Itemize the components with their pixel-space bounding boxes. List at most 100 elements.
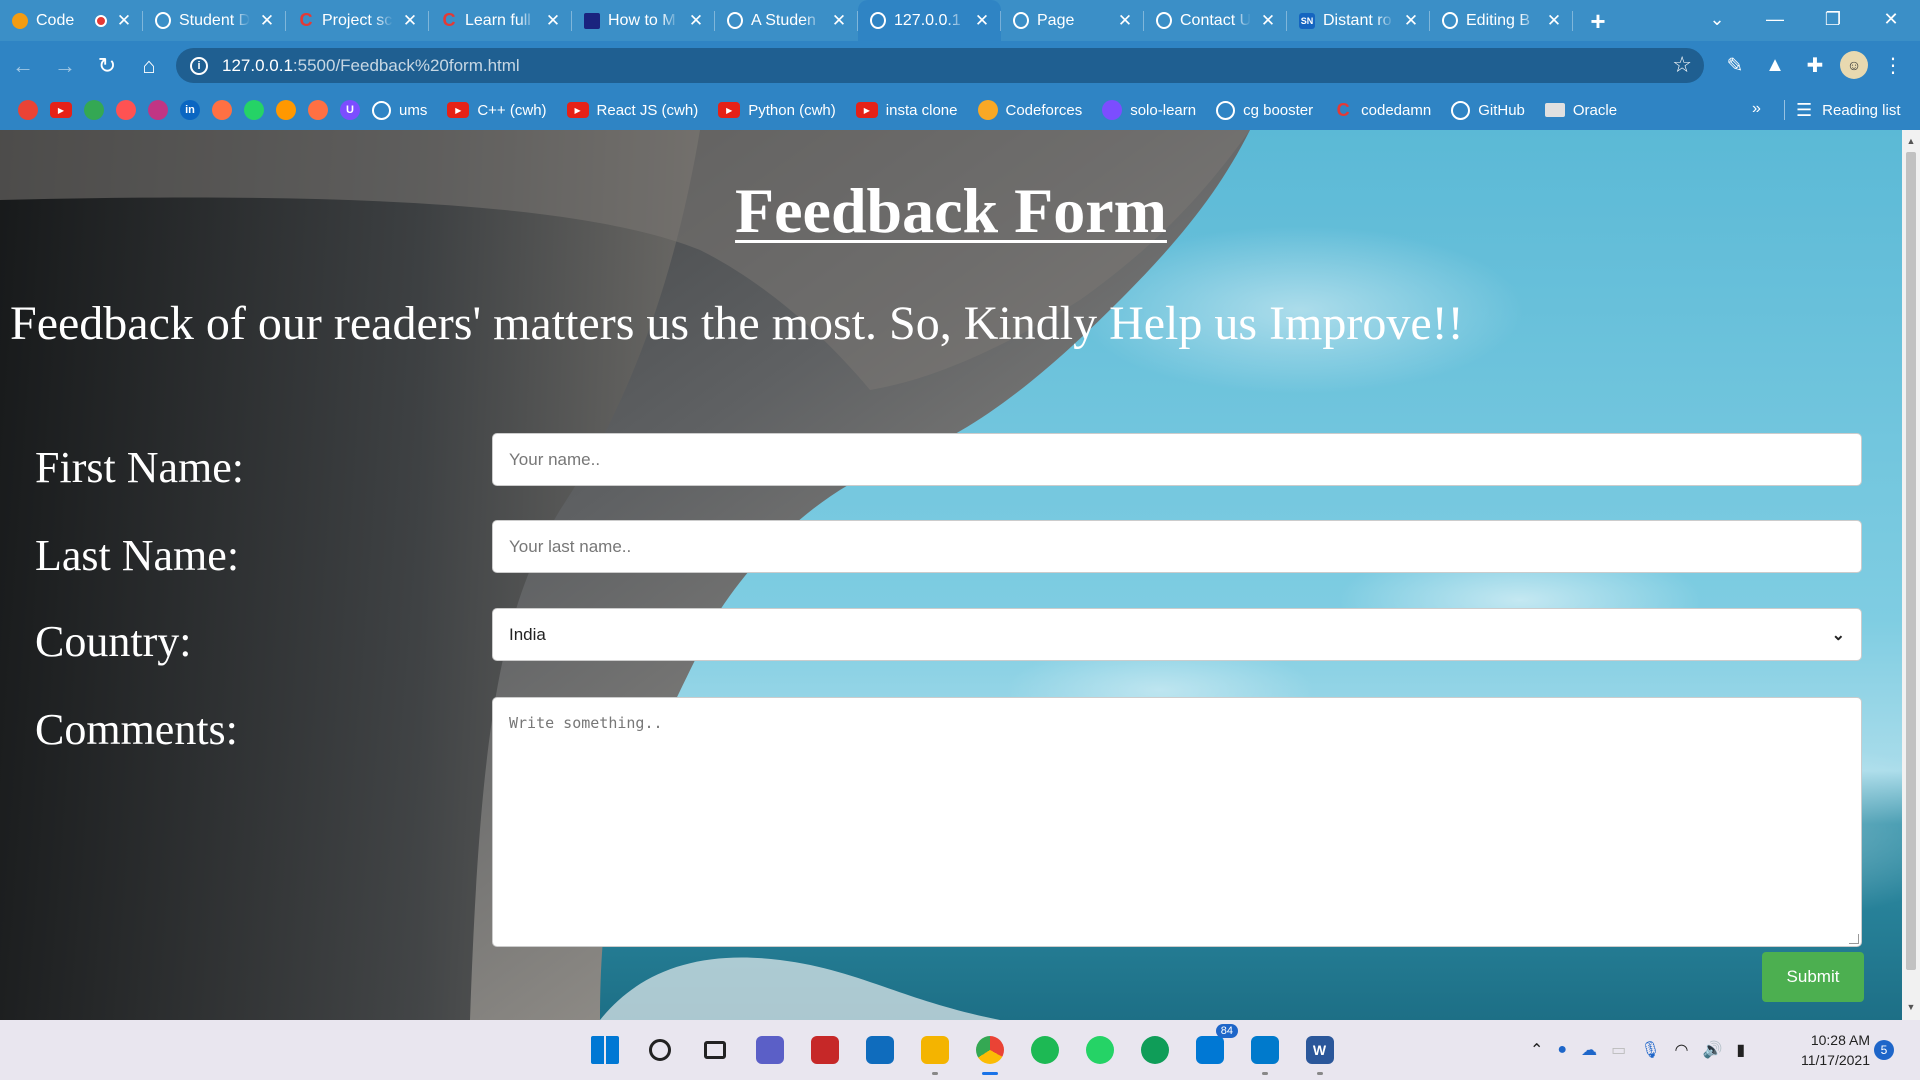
browser-tab[interactable]: Contact U ✕ <box>1144 0 1287 41</box>
browser-tab[interactable]: 127.0.0.1 ✕ <box>858 0 1001 41</box>
reading-list-button[interactable]: ☰ Reading list <box>1784 90 1901 130</box>
onedrive-icon[interactable]: ☁ <box>1581 1040 1597 1060</box>
comments-textarea[interactable]: Write something.. <box>492 697 1862 947</box>
pen-extension-icon[interactable]: ✎ <box>1720 47 1750 83</box>
bookmark-item[interactable]: ▶ <box>50 102 72 118</box>
taskbar-app[interactable] <box>1134 1030 1175 1071</box>
tab-close-icon[interactable]: ✕ <box>115 11 133 30</box>
notification-badge[interactable]: 5 <box>1874 1040 1894 1060</box>
menu-kebab-icon[interactable]: ⋮ <box>1878 47 1908 83</box>
browser-tab[interactable]: How to M ✕ <box>572 0 715 41</box>
bookmark-item[interactable]: GitHub <box>1451 100 1525 120</box>
country-select[interactable]: India ⌄ <box>492 608 1862 661</box>
tab-close-icon[interactable]: ✕ <box>1545 11 1563 30</box>
tab-search-icon[interactable]: ⌄ <box>1688 0 1746 38</box>
bookmark-item[interactable] <box>116 100 136 120</box>
scroll-up-icon[interactable]: ▲ <box>1906 136 1916 146</box>
bookmark-item[interactable]: in <box>180 100 200 120</box>
taskbar-app[interactable] <box>1079 1030 1120 1071</box>
bookmark-item[interactable] <box>308 100 328 120</box>
puzzle-extensions-icon[interactable]: ✚ <box>1800 47 1830 83</box>
tab-close-icon[interactable]: ✕ <box>1116 11 1134 30</box>
bookmark-item[interactable]: Oracle <box>1544 102 1617 119</box>
scroll-down-icon[interactable]: ▼ <box>1906 1002 1916 1012</box>
profile-avatar[interactable]: ☺ <box>1840 51 1868 79</box>
bookmark-item[interactable] <box>148 100 168 120</box>
minimize-button[interactable]: — <box>1746 0 1804 38</box>
taskbar-app[interactable] <box>584 1030 625 1071</box>
bookmark-item[interactable]: cg booster <box>1216 100 1313 120</box>
browser-tab[interactable]: C Learn full ✕ <box>429 0 572 41</box>
taskbar-app[interactable]: 84 <box>1189 1023 1238 1071</box>
tab-close-icon[interactable]: ✕ <box>687 11 705 30</box>
back-button[interactable]: ← <box>4 47 42 85</box>
orange-icon <box>308 100 328 120</box>
home-button[interactable]: ⌂ <box>130 47 168 85</box>
lenovo-tray-icon[interactable]: ● <box>1557 1041 1567 1059</box>
tray-app-icon[interactable]: ▭ <box>1611 1040 1626 1060</box>
page-scrollbar[interactable]: ▲ ▼ <box>1902 130 1920 1020</box>
forward-button[interactable]: → <box>46 47 84 85</box>
taskbar-app[interactable] <box>694 1030 735 1071</box>
triangle-extension-icon[interactable]: ▲ <box>1760 47 1790 83</box>
tab-close-icon[interactable]: ✕ <box>830 11 848 30</box>
volume-icon[interactable]: 🔊 <box>1702 1040 1722 1060</box>
bookmark-item[interactable]: ums <box>372 100 427 120</box>
wifi-icon[interactable]: ◠ <box>1675 1040 1689 1060</box>
browser-tab[interactable]: Page ✕ <box>1001 0 1144 41</box>
bookmark-item[interactable]: U <box>340 100 360 120</box>
restore-button[interactable]: ❐ <box>1804 0 1862 38</box>
browser-tab[interactable]: C Project sc ✕ <box>286 0 429 41</box>
bookmark-item[interactable]: ▶ React JS (cwh) <box>566 102 698 119</box>
scrollbar-thumb[interactable] <box>1906 152 1916 970</box>
site-info-icon[interactable]: i <box>190 56 208 75</box>
tab-close-icon[interactable]: ✕ <box>544 11 562 30</box>
tab-close-icon[interactable]: ✕ <box>401 11 419 30</box>
show-hidden-icons-icon[interactable]: ⌃ <box>1530 1040 1543 1060</box>
bookmark-item[interactable]: solo-learn <box>1102 100 1196 120</box>
taskbar-app[interactable] <box>804 1030 845 1071</box>
bookmark-item[interactable] <box>212 100 232 120</box>
tab-close-icon[interactable]: ✕ <box>1259 11 1277 30</box>
clock[interactable]: 10:28 AM 11/17/2021 <box>1790 1030 1870 1070</box>
taskbar-app[interactable] <box>1024 1030 1065 1071</box>
taskbar-app[interactable]: W <box>1299 1030 1340 1075</box>
browser-tab[interactable]: Student D ✕ <box>143 0 286 41</box>
file-explorer-icon <box>920 1036 949 1064</box>
browser-tab[interactable]: Editing B ✕ <box>1430 0 1573 41</box>
first-name-input[interactable]: Your name.. <box>492 433 1862 486</box>
bookmark-item[interactable]: ▶ insta clone <box>855 102 958 119</box>
battery-icon[interactable]: ▮ <box>1736 1040 1745 1060</box>
close-window-button[interactable]: ✕ <box>1862 0 1920 38</box>
browser-tab[interactable]: Code ✕ <box>0 0 143 41</box>
tab-close-icon[interactable]: ✕ <box>973 11 991 30</box>
taskbar-app[interactable] <box>914 1030 955 1075</box>
bookmark-item[interactable]: ▶ Python (cwh) <box>718 102 836 119</box>
taskbar-app[interactable] <box>639 1030 680 1071</box>
new-tab-button[interactable]: + <box>1581 4 1615 38</box>
bookmark-item[interactable]: Codeforces <box>977 100 1082 120</box>
resize-handle-icon[interactable] <box>1849 934 1859 944</box>
bookmark-item[interactable] <box>276 100 296 120</box>
country-selected-value: India <box>509 624 546 644</box>
submit-button[interactable]: Submit <box>1762 952 1864 1002</box>
browser-tab[interactable]: A Studen ✕ <box>715 0 858 41</box>
bookmark-item[interactable]: Ccodedamn <box>1333 100 1432 120</box>
taskbar-app[interactable] <box>1244 1030 1285 1075</box>
bookmark-item[interactable]: ▶ C++ (cwh) <box>447 102 547 119</box>
taskbar-app[interactable] <box>969 1030 1010 1075</box>
taskbar-app[interactable] <box>749 1030 790 1071</box>
bookmark-item[interactable] <box>18 100 38 120</box>
bookmark-item[interactable] <box>244 100 264 120</box>
bookmark-item[interactable] <box>84 100 104 120</box>
tab-close-icon[interactable]: ✕ <box>258 11 276 30</box>
last-name-input[interactable]: Your last name.. <box>492 520 1862 573</box>
bookmark-star-icon[interactable]: ☆ <box>1672 52 1692 78</box>
browser-tab[interactable]: SN Distant ro ✕ <box>1287 0 1430 41</box>
address-bar[interactable]: i 127.0.0.1:5500/Feedback%20form.html ☆ <box>176 48 1704 83</box>
tab-close-icon[interactable]: ✕ <box>1402 11 1420 30</box>
microphone-icon[interactable]: 🎙 <box>1640 1040 1660 1060</box>
bookmarks-overflow-button[interactable]: » <box>1752 100 1761 118</box>
reload-button[interactable]: ↻ <box>88 47 126 85</box>
taskbar-app[interactable] <box>859 1030 900 1071</box>
